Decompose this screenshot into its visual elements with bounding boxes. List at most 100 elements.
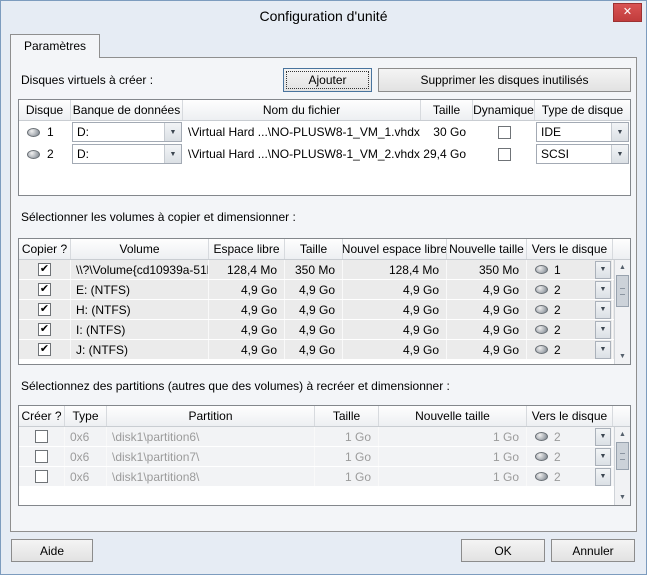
column-header-type[interactable]: Type <box>65 406 107 426</box>
scroll-up-button[interactable]: ▲ <box>615 260 630 275</box>
datastore-combobox[interactable]: D:▼ <box>72 144 182 164</box>
disk-icon <box>535 285 548 294</box>
column-header-taille[interactable]: Taille <box>315 406 379 426</box>
target-disk-combobox[interactable]: 2▼ <box>527 427 613 446</box>
datastore-combobox[interactable]: D:▼ <box>72 122 182 142</box>
column-header-nouvelle-taille[interactable]: Nouvelle taille <box>379 406 527 426</box>
target-disk-combobox[interactable]: 2▼ <box>527 467 613 486</box>
scroll-up-button[interactable]: ▲ <box>615 427 630 442</box>
chevron-down-icon[interactable]: ▼ <box>611 145 628 163</box>
copy-checkbox[interactable]: ✔ <box>38 283 51 296</box>
column-header-dynamique[interactable]: Dynamique <box>473 100 535 120</box>
copy-checkbox[interactable]: ✔ <box>38 263 51 276</box>
header-filler <box>613 239 630 259</box>
disk-type-combobox[interactable]: SCSI▼ <box>536 144 629 164</box>
volumes-table: Copier ? Volume Espace libre Taille Nouv… <box>18 238 631 365</box>
add-button[interactable]: Ajouter <box>283 68 372 92</box>
chevron-down-icon[interactable]: ▼ <box>611 123 628 141</box>
chevron-down-icon[interactable]: ▼ <box>164 145 181 163</box>
target-disk-number: 2 <box>554 283 561 297</box>
partition-new-size: 1 Go <box>379 467 527 486</box>
chevron-down-icon[interactable]: ▼ <box>595 281 611 299</box>
table-row[interactable]: 0x6 \disk1\partition8\ 1 Go 1 Go 2▼ <box>19 467 614 487</box>
chevron-down-icon[interactable]: ▼ <box>595 341 611 359</box>
scroll-down-button[interactable]: ▼ <box>615 349 630 364</box>
chevron-down-icon[interactable]: ▼ <box>595 301 611 319</box>
chevron-down-icon[interactable]: ▼ <box>595 321 611 339</box>
ok-button[interactable]: OK <box>461 539 545 562</box>
scrollbar-thumb[interactable] <box>616 275 629 307</box>
dynamic-checkbox[interactable] <box>498 126 511 139</box>
scrollbar-track[interactable] <box>615 442 630 490</box>
table-row[interactable]: 0x6 \disk1\partition6\ 1 Go 1 Go 2▼ <box>19 427 614 447</box>
target-disk-combobox[interactable]: 2▼ <box>527 447 613 466</box>
disk-number: 1 <box>47 125 54 139</box>
scroll-down-button[interactable]: ▼ <box>615 490 630 505</box>
copy-checkbox[interactable]: ✔ <box>38 303 51 316</box>
disk-type-cell: IDE▼ <box>535 121 630 143</box>
create-checkbox[interactable] <box>35 450 48 463</box>
column-header-volume[interactable]: Volume <box>71 239 209 259</box>
vertical-scrollbar[interactable]: ▲ ▼ <box>614 260 630 364</box>
partition-new-size: 1 Go <box>379 447 527 466</box>
copy-checkbox[interactable]: ✔ <box>38 323 51 336</box>
scrollbar-track[interactable] <box>615 275 630 349</box>
column-header-vers-disque[interactable]: Vers le disque <box>527 239 613 259</box>
disk-type-value: IDE <box>537 123 611 141</box>
column-header-copier[interactable]: Copier ? <box>19 239 71 259</box>
rows-container: ✔ \\?\Volume{cd10939a-51be 128,4 Mo 350 … <box>19 260 614 364</box>
volume-name: H: (NTFS) <box>71 300 209 319</box>
dynamic-checkbox[interactable] <box>498 148 511 161</box>
chevron-down-icon[interactable]: ▼ <box>595 468 611 486</box>
column-header-taille[interactable]: Taille <box>421 100 473 120</box>
table-row[interactable]: 1 D:▼ \Virtual Hard ...\NO-PLUSW8-1_VM_1… <box>19 121 630 143</box>
new-size: 4,9 Go <box>447 300 527 319</box>
chevron-down-icon[interactable]: ▼ <box>595 428 611 446</box>
table-row[interactable]: ✔ I: (NTFS) 4,9 Go 4,9 Go 4,9 Go 4,9 Go … <box>19 320 614 340</box>
table-row[interactable]: 0x6 \disk1\partition7\ 1 Go 1 Go 2▼ <box>19 447 614 467</box>
copy-cell: ✔ <box>19 320 71 339</box>
column-header-disque[interactable]: Disque <box>19 100 71 120</box>
help-button[interactable]: Aide <box>11 539 93 562</box>
chevron-down-icon[interactable]: ▼ <box>164 123 181 141</box>
dynamic-cell <box>473 121 535 143</box>
column-header-espace-libre[interactable]: Espace libre <box>209 239 285 259</box>
column-header-vers-disque[interactable]: Vers le disque <box>527 406 613 426</box>
column-header-taille[interactable]: Taille <box>285 239 343 259</box>
target-disk-combobox[interactable]: 2▼ <box>527 320 613 339</box>
create-checkbox[interactable] <box>35 430 48 443</box>
target-disk-combobox[interactable]: 2▼ <box>527 300 613 319</box>
create-cell <box>19 427 65 446</box>
copy-checkbox[interactable]: ✔ <box>38 343 51 356</box>
close-button[interactable]: ✕ <box>613 3 642 22</box>
titlebar[interactable]: Configuration d'unité <box>1 1 646 31</box>
target-disk-number: 2 <box>554 343 561 357</box>
column-header-creer[interactable]: Créer ? <box>19 406 65 426</box>
column-header-nom-fichier[interactable]: Nom du fichier <box>183 100 421 120</box>
table-row[interactable]: ✔ \\?\Volume{cd10939a-51be 128,4 Mo 350 … <box>19 260 614 280</box>
column-header-type-disque[interactable]: Type de disque <box>535 100 630 120</box>
column-header-nouvelle-taille[interactable]: Nouvelle taille <box>447 239 527 259</box>
target-disk-combobox[interactable]: 1▼ <box>527 260 613 279</box>
cancel-button[interactable]: Annuler <box>551 539 635 562</box>
target-disk-combobox[interactable]: 2▼ <box>527 340 613 359</box>
tab-parametres[interactable]: Paramètres <box>10 34 100 58</box>
disk-number: 2 <box>47 147 54 161</box>
column-header-banque[interactable]: Banque de données <box>71 100 183 120</box>
remove-unused-disks-button[interactable]: Supprimer les disques inutilisés <box>378 68 631 92</box>
column-header-nouvel-espace-libre[interactable]: Nouvel espace libre <box>343 239 447 259</box>
table-row[interactable]: ✔ J: (NTFS) 4,9 Go 4,9 Go 4,9 Go 4,9 Go … <box>19 340 614 360</box>
vertical-scrollbar[interactable]: ▲ ▼ <box>614 427 630 505</box>
chevron-down-icon[interactable]: ▼ <box>595 448 611 466</box>
tab-panel: Disques virtuels à créer : Ajouter Suppr… <box>10 57 637 532</box>
table-row[interactable]: ✔ H: (NTFS) 4,9 Go 4,9 Go 4,9 Go 4,9 Go … <box>19 300 614 320</box>
table-row[interactable]: 2 D:▼ \Virtual Hard ...\NO-PLUSW8-1_VM_2… <box>19 143 630 165</box>
column-header-partition[interactable]: Partition <box>107 406 315 426</box>
partition-path: \disk1\partition6\ <box>107 427 315 446</box>
scrollbar-thumb[interactable] <box>616 442 629 470</box>
target-disk-combobox[interactable]: 2▼ <box>527 280 613 299</box>
disk-type-combobox[interactable]: IDE▼ <box>536 122 629 142</box>
chevron-down-icon[interactable]: ▼ <box>595 261 611 279</box>
create-checkbox[interactable] <box>35 470 48 483</box>
table-row[interactable]: ✔ E: (NTFS) 4,9 Go 4,9 Go 4,9 Go 4,9 Go … <box>19 280 614 300</box>
